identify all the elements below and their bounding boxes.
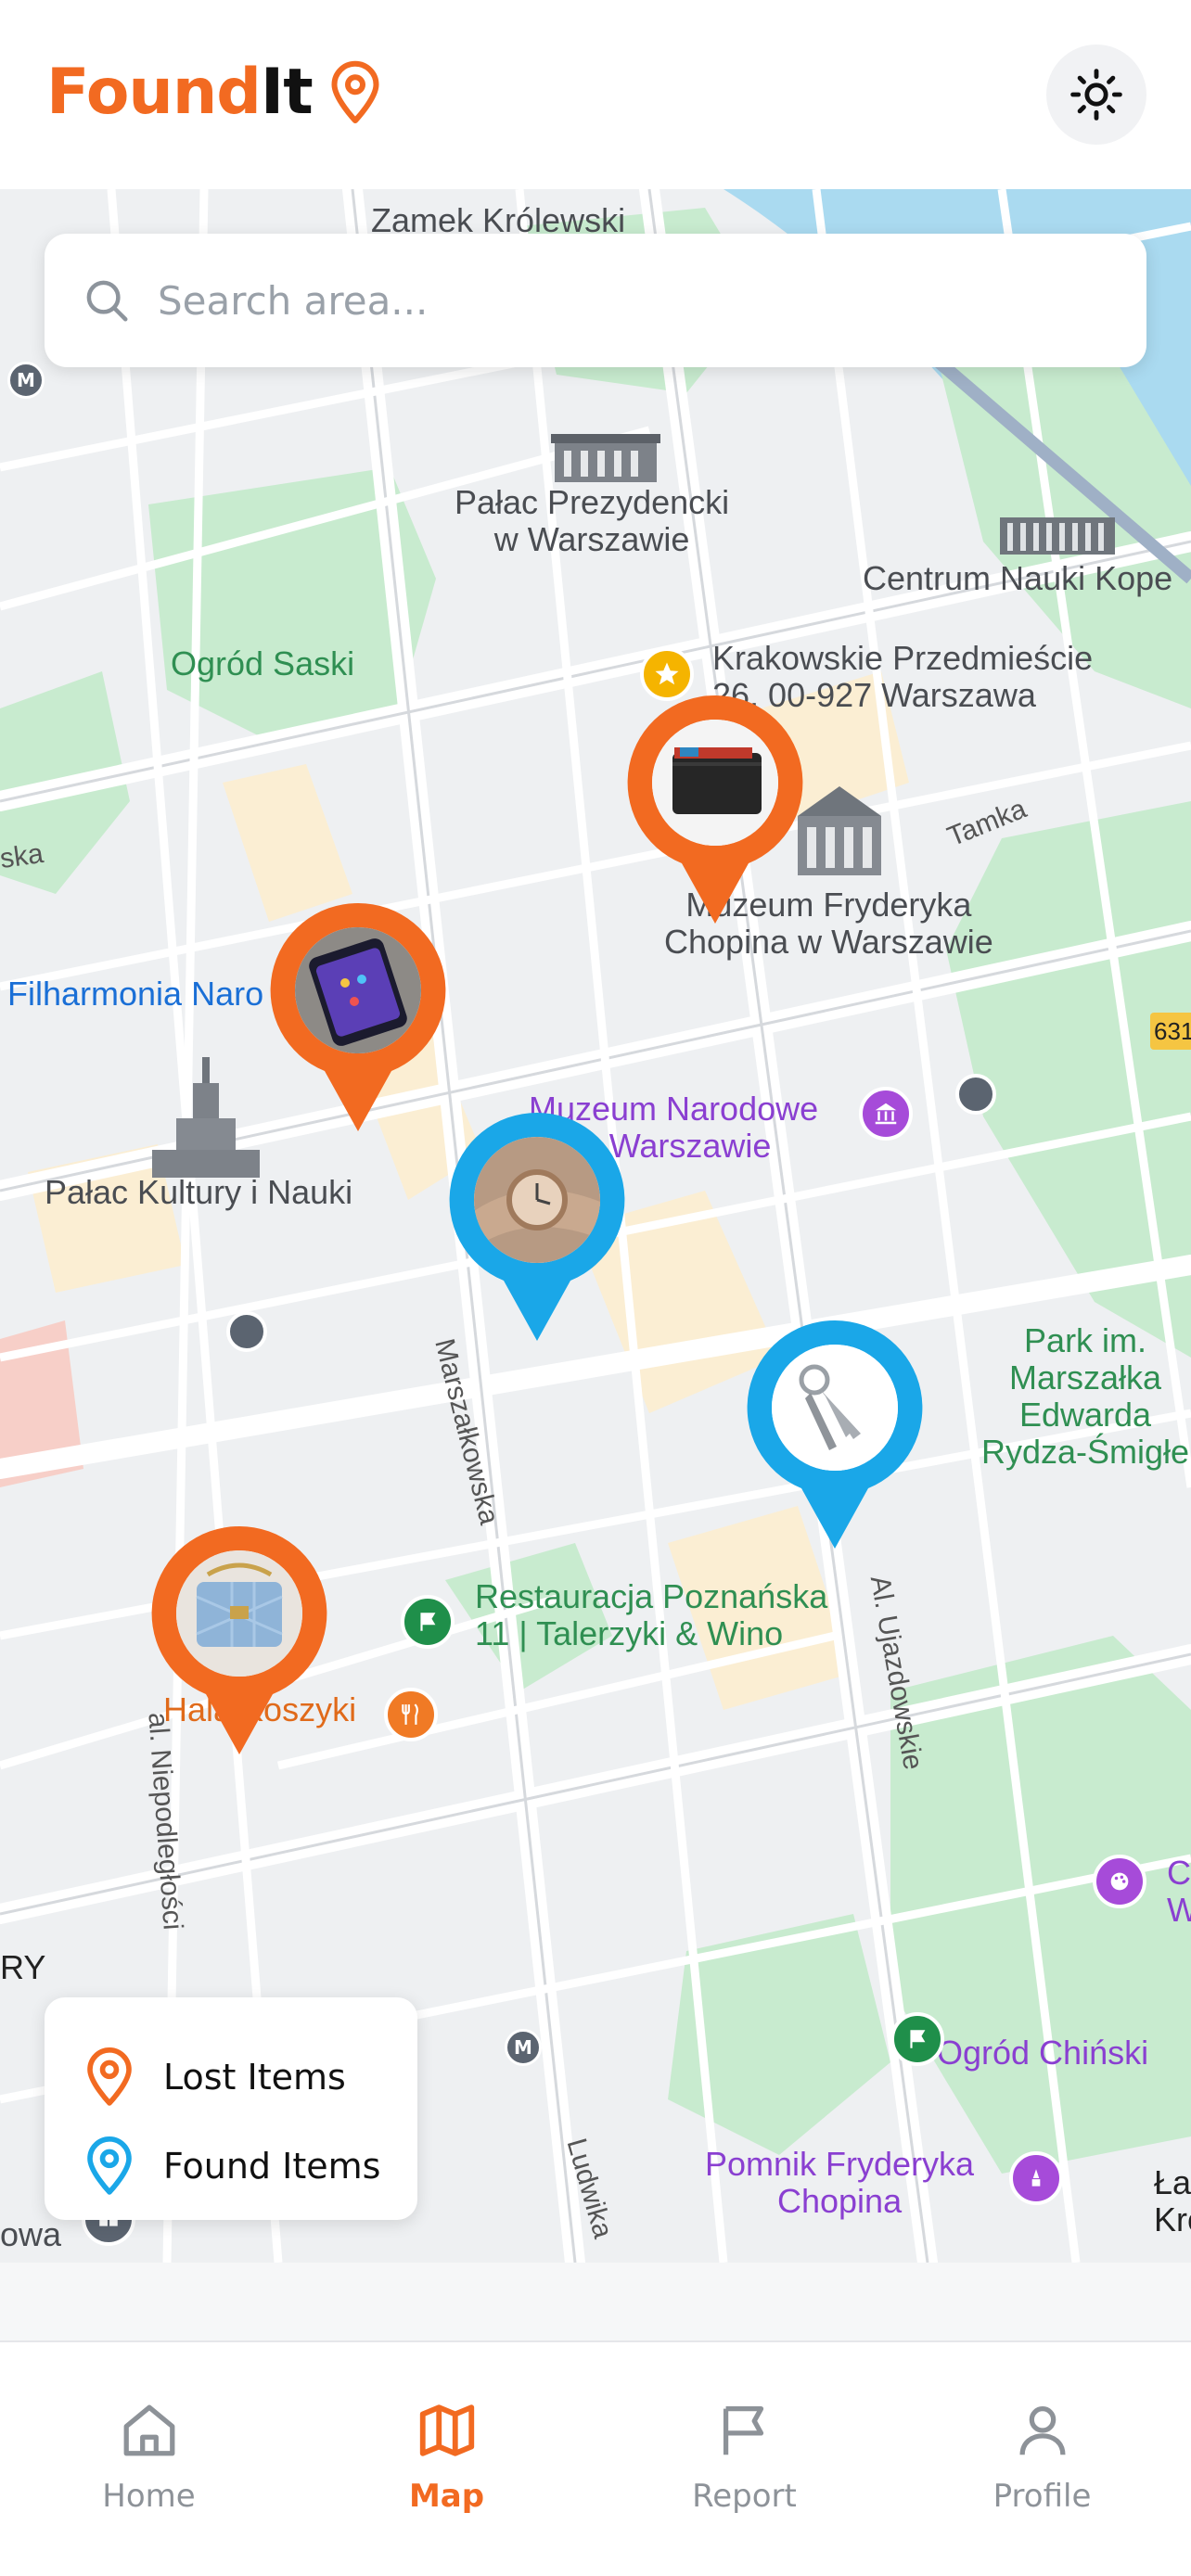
legend-row-lost: Lost Items <box>83 2033 417 2122</box>
search-icon <box>86 280 128 322</box>
metro-station-icon[interactable]: M <box>7 362 45 399</box>
map-label-ogrod-chinski: Ogród Chiński <box>937 2034 1149 2072</box>
user-icon <box>1019 2406 1065 2455</box>
map-label-park: Park im. Marszałka Edwarda Rydza-Śmigłe <box>981 1321 1190 1471</box>
map-label-ska: ska <box>0 837 45 875</box>
science-center-building-icon <box>1000 517 1115 555</box>
map-label-c-w: C W <box>1167 1854 1191 1929</box>
logo-text-it: It <box>260 56 314 129</box>
theme-toggle-button[interactable] <box>1046 45 1146 145</box>
art-gallery-poi-icon[interactable] <box>1093 1855 1146 1908</box>
wallet-thumbnail <box>652 720 778 846</box>
legend-found-label: Found Items <box>163 2146 381 2187</box>
map-label-ry: RY <box>0 1948 46 1986</box>
home-icon <box>123 2404 174 2456</box>
flag-poi-icon[interactable] <box>401 1595 455 1649</box>
restaurant-poi-icon[interactable] <box>384 1688 438 1741</box>
handbag-thumbnail <box>176 1550 302 1677</box>
content-spacer <box>0 2263 1191 2340</box>
map-label-palac-prezydencki: Pałac Prezydencki w Warszawie <box>455 483 730 558</box>
bus-stop-icon[interactable] <box>955 1074 996 1115</box>
nav-item-map[interactable]: Map <box>298 2342 596 2576</box>
nav-item-profile[interactable]: Profile <box>893 2342 1191 2576</box>
map-label-route-631: 631 <box>1150 1013 1191 1050</box>
lost-pin-icon <box>87 2047 132 2106</box>
museum-poi-icon[interactable] <box>859 1087 913 1141</box>
app-header: Found It <box>0 0 1191 189</box>
map-view[interactable]: Zamek Królewski Pałac Prezydencki w Wars… <box>0 189 1191 2263</box>
map-label-centrum-nauki: Centrum Nauki Kope <box>863 559 1173 597</box>
bus-stop-icon-2[interactable] <box>226 1311 267 1352</box>
map-label-lazienki: Łaz Król <box>1154 2163 1191 2238</box>
lost-item-marker-phone[interactable] <box>267 899 449 1141</box>
map-pin-icon <box>331 60 379 123</box>
legend-row-found: Found Items <box>83 2122 417 2211</box>
map-label-ogrod-saski: Ogród Saski <box>171 644 355 682</box>
watch-thumbnail <box>474 1137 600 1263</box>
map-label-pomnik-chopina: Pomnik Fryderyka Chopina <box>705 2145 975 2220</box>
found-item-marker-keys[interactable] <box>744 1317 926 1558</box>
nav-label-map: Map <box>408 2478 485 2515</box>
map-label-owa: owa <box>0 2215 62 2253</box>
app-logo: Found It <box>46 56 383 129</box>
flag-icon <box>723 2406 763 2455</box>
found-item-marker-watch[interactable] <box>446 1109 628 1350</box>
search-input[interactable] <box>158 277 1067 324</box>
found-pin-icon <box>87 2136 132 2195</box>
monument-poi-icon[interactable] <box>1009 2151 1063 2205</box>
legend-lost-label: Lost Items <box>163 2057 346 2098</box>
search-bar[interactable] <box>45 234 1146 367</box>
lost-item-marker-handbag[interactable] <box>148 1523 330 1764</box>
nav-item-report[interactable]: Report <box>596 2342 893 2576</box>
bottom-nav: Home Map Report Profile <box>0 2340 1191 2576</box>
lost-item-marker-wallet[interactable] <box>624 692 806 933</box>
logo-text-found: Found <box>46 56 262 129</box>
palace-building-icon <box>551 434 660 482</box>
nav-label-profile: Profile <box>992 2478 1092 2515</box>
phone-thumbnail <box>295 927 421 1053</box>
palace-of-culture-building-icon <box>152 1057 260 1178</box>
map-label-filharmonia: Filharmonia Naro <box>7 975 264 1013</box>
nav-label-home: Home <box>102 2478 196 2515</box>
keys-thumbnail <box>772 1345 898 1471</box>
map-legend: Lost Items Found Items <box>45 1997 417 2220</box>
flag-poi-icon-2[interactable] <box>890 2012 944 2066</box>
nav-item-home[interactable]: Home <box>0 2342 298 2576</box>
metro-station-icon-2[interactable]: M <box>505 2029 542 2066</box>
map-label-restauracja: Restauracja Poznańska 11 | Talerzyki & W… <box>475 1577 828 1652</box>
sun-icon <box>1070 69 1122 121</box>
map-icon <box>419 2404 474 2456</box>
nav-label-report: Report <box>692 2478 797 2515</box>
